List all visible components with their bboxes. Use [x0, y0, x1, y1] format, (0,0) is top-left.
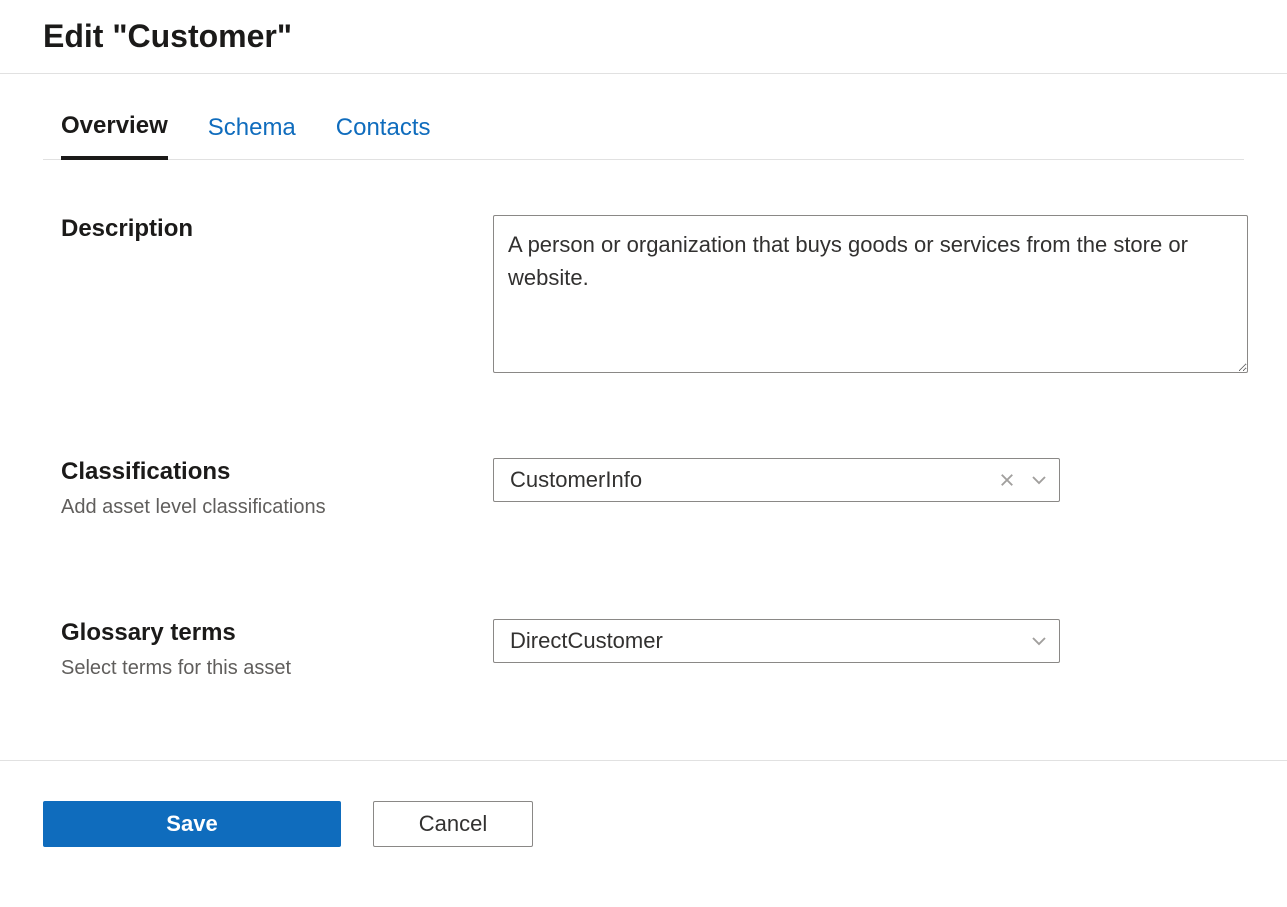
tab-schema[interactable]: Schema: [208, 112, 296, 159]
classifications-sublabel: Add asset level classifications: [61, 496, 493, 519]
classifications-icons: [995, 468, 1051, 492]
description-label-col: Description: [61, 215, 493, 243]
clear-icon[interactable]: [995, 468, 1019, 492]
content-area: Overview Schema Contacts Description Cla…: [0, 74, 1287, 680]
description-row: Description: [61, 215, 1244, 378]
form-body: Description Classifications Add asset le…: [43, 215, 1244, 680]
glossary-label: Glossary terms: [61, 619, 493, 647]
tabs-bar: Overview Schema Contacts: [43, 74, 1244, 160]
glossary-input-col: DirectCustomer: [493, 619, 1244, 663]
classifications-row: Classifications Add asset level classifi…: [61, 458, 1244, 519]
glossary-icons: [1027, 629, 1051, 653]
chevron-down-icon[interactable]: [1027, 468, 1051, 492]
chevron-down-icon[interactable]: [1027, 629, 1051, 653]
classifications-select[interactable]: CustomerInfo: [493, 458, 1060, 502]
glossary-sublabel: Select terms for this asset: [61, 657, 493, 680]
page-header: Edit "Customer": [0, 0, 1287, 74]
cancel-button[interactable]: Cancel: [373, 801, 533, 847]
tab-overview[interactable]: Overview: [61, 112, 168, 160]
classifications-label: Classifications: [61, 458, 493, 486]
save-button[interactable]: Save: [43, 801, 341, 847]
glossary-label-col: Glossary terms Select terms for this ass…: [61, 619, 493, 680]
classifications-input-col: CustomerInfo: [493, 458, 1244, 502]
description-input-col: [493, 215, 1248, 378]
glossary-select[interactable]: DirectCustomer: [493, 619, 1060, 663]
tab-contacts[interactable]: Contacts: [336, 112, 431, 159]
description-label: Description: [61, 215, 493, 243]
footer: Save Cancel: [0, 761, 1287, 847]
page-title: Edit "Customer": [43, 18, 1287, 55]
glossary-value: DirectCustomer: [510, 628, 1027, 654]
classifications-label-col: Classifications Add asset level classifi…: [61, 458, 493, 519]
glossary-row: Glossary terms Select terms for this ass…: [61, 619, 1244, 680]
description-textarea[interactable]: [493, 215, 1248, 373]
classifications-value: CustomerInfo: [510, 467, 995, 493]
